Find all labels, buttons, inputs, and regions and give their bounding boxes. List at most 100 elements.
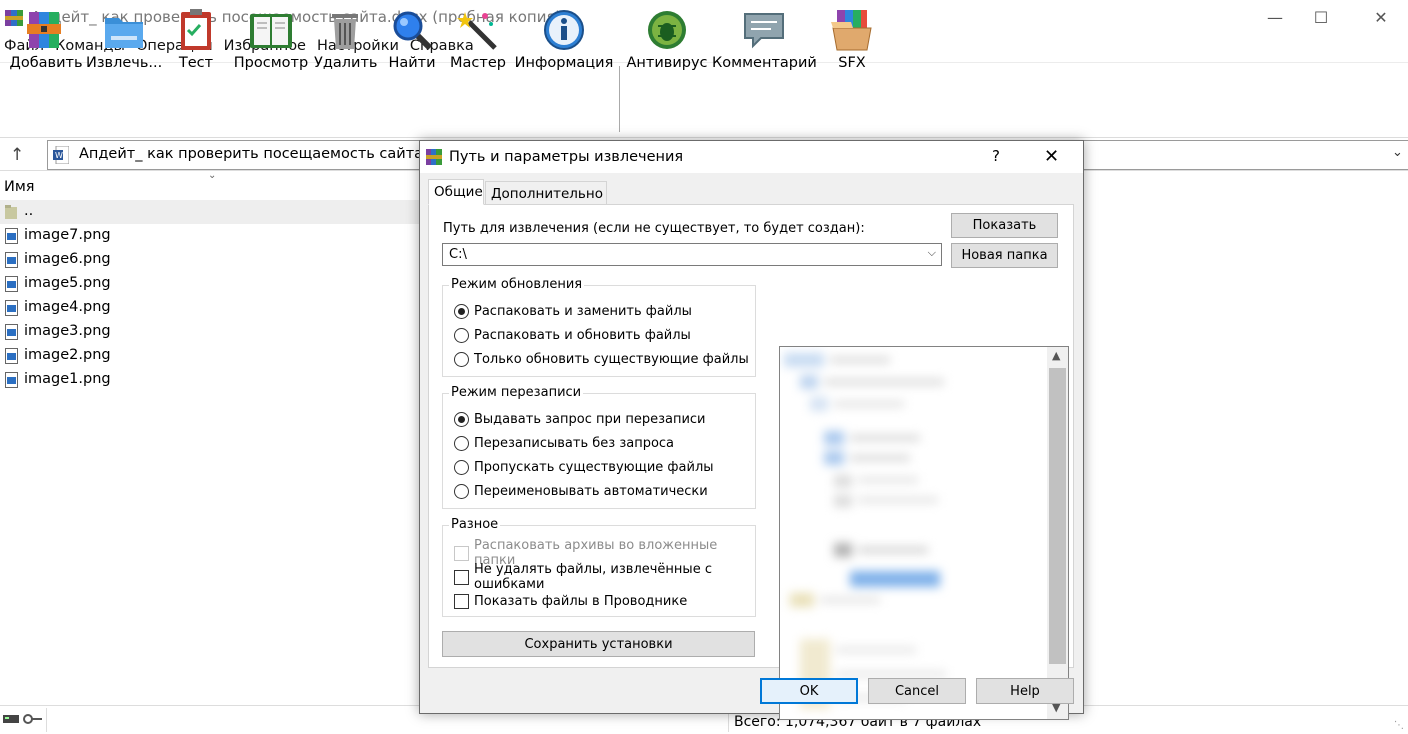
png-file-icon [5, 276, 18, 292]
checkbox[interactable] [454, 593, 469, 609]
dialog-help-icon[interactable]: ? [992, 147, 1000, 165]
extract-label: Извлечь... [86, 55, 163, 71]
magnifier-icon [393, 11, 433, 51]
update-option-replace[interactable]: Распаковать и заменить файлы [454, 301, 692, 321]
radio[interactable] [454, 327, 469, 343]
add-label: Добавить [9, 55, 83, 71]
tab-general[interactable]: Общие [428, 179, 484, 205]
info-button[interactable]: Информация [514, 4, 614, 74]
view-label: Просмотр [233, 55, 309, 71]
radio[interactable] [454, 483, 469, 499]
scroll-thumb[interactable] [1049, 368, 1066, 664]
folder-up-icon [5, 205, 17, 219]
close-button[interactable]: ✕ [1358, 0, 1404, 34]
file-name: image7.png [24, 227, 111, 243]
list-item[interactable]: image7.png [0, 224, 420, 248]
extract-button[interactable]: Извлечь... [86, 4, 162, 74]
comment-label: Комментарий [712, 55, 817, 71]
list-item[interactable]: image1.png [0, 368, 420, 392]
png-file-icon [5, 228, 18, 244]
option-label: Пропускать существующие файлы [474, 459, 714, 475]
update-option-existing[interactable]: Только обновить существующие файлы [454, 349, 749, 369]
blurred-folder-tree [784, 353, 946, 709]
chevron-down-icon: ⌵ [927, 246, 936, 259]
misc-option-keep-broken[interactable]: Не удалять файлы, извлечённые с ошибками [454, 562, 755, 592]
wizard-button[interactable]: Мастер [448, 4, 508, 74]
tab-advanced[interactable]: Дополнительно [485, 181, 607, 205]
add-button[interactable]: Добавить [8, 4, 84, 74]
antivirus-button[interactable]: Антивирус [626, 4, 708, 74]
sfx-label: SFX [838, 55, 866, 71]
list-item[interactable]: image5.png [0, 272, 420, 296]
file-name: image2.png [24, 347, 111, 363]
info-icon [544, 10, 584, 50]
add-archive-icon [27, 12, 61, 48]
winrar-dialog-icon [426, 149, 442, 165]
folder-tree[interactable]: ▲ ▼ [779, 346, 1069, 720]
find-button[interactable]: Найти [384, 4, 440, 74]
save-settings-button[interactable]: Сохранить установки [442, 631, 755, 657]
scroll-up-icon[interactable]: ▲ [1052, 349, 1060, 362]
option-label: Распаковать и заменить файлы [474, 303, 692, 319]
list-item[interactable]: image6.png [0, 248, 420, 272]
delete-button[interactable]: Удалить [314, 4, 377, 74]
up-arrow-icon[interactable]: ↑ [10, 145, 24, 165]
maximize-icon: ☐ [1313, 7, 1329, 27]
path-combobox[interactable]: C:\ ⌵ [442, 243, 942, 266]
file-name: image4.png [24, 299, 111, 315]
test-button[interactable]: Тест [166, 4, 226, 74]
test-clipboard-icon [181, 9, 211, 50]
file-list: .. image7.png image6.png image5.png imag… [0, 200, 420, 392]
word-document-icon: W [53, 146, 69, 164]
drive-key-icon [3, 714, 42, 724]
misc-option-show-explorer[interactable]: Показать файлы в Проводнике [454, 591, 687, 611]
overwrite-option-no-prompt[interactable]: Перезаписывать без запроса [454, 433, 674, 453]
comment-bubble-icon [744, 13, 784, 49]
overwrite-option-rename[interactable]: Переименовывать автоматически [454, 481, 708, 501]
png-file-icon [5, 300, 18, 316]
maximize-button[interactable]: ☐ [1298, 0, 1344, 34]
path-value: C:\ [449, 247, 467, 262]
update-mode-group: Режим обновления Распаковать и заменить … [442, 277, 756, 377]
radio[interactable] [454, 435, 469, 451]
overwrite-mode-title: Режим перезаписи [449, 385, 584, 400]
tree-scrollbar[interactable]: ▲ ▼ [1047, 347, 1068, 719]
address-dropdown-icon[interactable]: ⌄ [1392, 145, 1403, 160]
info-label: Информация [514, 55, 614, 71]
svg-text:W: W [55, 151, 63, 160]
list-item[interactable]: image2.png [0, 344, 420, 368]
checkbox[interactable] [454, 569, 469, 585]
help-button[interactable]: Help [976, 678, 1074, 704]
file-name: image5.png [24, 275, 111, 291]
general-tab-panel: Путь для извлечения (если не существует,… [428, 204, 1074, 720]
toolbar-separator [619, 66, 620, 132]
list-item-parent[interactable]: .. [0, 200, 420, 224]
wizard-label: Мастер [450, 55, 506, 71]
radio-selected[interactable] [454, 411, 469, 427]
close-icon: ✕ [1374, 7, 1388, 27]
sfx-button[interactable]: SFX [824, 4, 880, 74]
update-option-update[interactable]: Распаковать и обновить файлы [454, 325, 691, 345]
view-book-icon [250, 14, 292, 48]
new-folder-button[interactable]: Новая папка [951, 243, 1058, 268]
file-name: image6.png [24, 251, 111, 267]
radio-selected[interactable] [454, 303, 469, 319]
overwrite-option-ask[interactable]: Выдавать запрос при перезаписи [454, 409, 706, 429]
option-label: Показать файлы в Проводнике [474, 593, 688, 609]
minimize-button[interactable]: — [1252, 0, 1298, 34]
radio[interactable] [454, 351, 469, 367]
cancel-button[interactable]: Cancel [868, 678, 966, 704]
radio[interactable] [454, 459, 469, 475]
list-item[interactable]: image3.png [0, 320, 420, 344]
overwrite-option-skip[interactable]: Пропускать существующие файлы [454, 457, 714, 477]
dialog-close-icon[interactable]: ✕ [1044, 146, 1059, 167]
comment-button[interactable]: Комментарий [712, 4, 817, 74]
winrar-window: Апдейт_ как проверить посещаемость сайта… [0, 0, 1408, 734]
resize-grip-icon[interactable]: ⋱ [1394, 720, 1404, 731]
show-button[interactable]: Показать [951, 213, 1058, 238]
list-item[interactable]: image4.png [0, 296, 420, 320]
ok-button[interactable]: OK [760, 678, 858, 704]
update-mode-title: Режим обновления [449, 277, 585, 292]
dialog-title-bar: Путь и параметры извлечения ? ✕ [420, 141, 1083, 173]
view-button[interactable]: Просмотр [232, 4, 310, 74]
